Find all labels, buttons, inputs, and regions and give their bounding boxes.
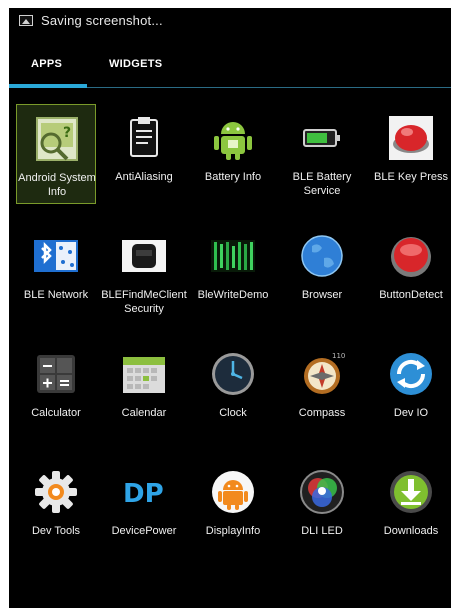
app-android-system-info[interactable]: ? Android System Info	[16, 104, 96, 204]
app-label: Battery Info	[204, 171, 262, 183]
app-ble-battery-service[interactable]: BLE Battery Service	[282, 104, 362, 204]
dp-icon: DP	[120, 468, 168, 516]
app-label: DevicePower	[111, 525, 177, 537]
app-label: BLEFindMeClient Security	[101, 289, 187, 315]
app-label: BLE Network	[23, 289, 89, 301]
app-label: ButtonDetect	[379, 289, 443, 301]
orange-android-icon	[209, 468, 257, 516]
app-browser[interactable]: Browser	[282, 222, 362, 322]
clock-icon	[209, 350, 257, 398]
app-label: Calendar	[121, 407, 167, 419]
status-text: Saving screenshot...	[41, 13, 163, 28]
calendar-icon	[120, 350, 168, 398]
app-antialiasing[interactable]: AntiAliasing	[104, 104, 184, 204]
tab-apps[interactable]: APPS	[31, 58, 62, 70]
svg-text:?: ?	[63, 125, 71, 141]
svg-text:DP: DP	[123, 479, 164, 509]
app-label: AntiAliasing	[115, 171, 173, 183]
app-devicepower[interactable]: DP DevicePower	[104, 458, 184, 558]
app-ble-network[interactable]: BLE Network	[16, 222, 96, 322]
app-label: BLE Battery Service	[292, 171, 352, 197]
app-blewritedemo[interactable]: BleWriteDemo	[193, 222, 273, 322]
app-label: BleWriteDemo	[197, 289, 269, 301]
active-tab-indicator	[9, 84, 87, 88]
app-ble-key-press[interactable]: BLE Key Press	[371, 104, 451, 204]
app-label: DLI LED	[301, 525, 343, 537]
app-label: Downloads	[383, 525, 439, 537]
app-blefindmeclient-security[interactable]: BLEFindMeClient Security	[101, 222, 187, 322]
app-dev-tools[interactable]: Dev Tools	[16, 458, 96, 558]
app-label: Dev IO	[393, 407, 429, 419]
app-label: BLE Key Press	[374, 171, 448, 183]
red-button-icon	[387, 114, 435, 162]
app-drawer-tabs: APPS WIDGETS	[9, 48, 451, 92]
app-battery-info[interactable]: Battery Info	[193, 104, 273, 204]
compass-icon: 110	[298, 350, 346, 398]
compass-badge: 110	[332, 352, 345, 360]
key-fob-icon	[120, 232, 168, 280]
clipboard-icon	[120, 114, 168, 162]
app-downloads[interactable]: Downloads	[371, 458, 451, 558]
gear-icon	[32, 468, 80, 516]
app-displayinfo[interactable]: DisplayInfo	[193, 458, 273, 558]
image-icon	[19, 15, 33, 26]
app-calculator[interactable]: Calculator	[16, 340, 96, 440]
red-round-button-icon	[387, 232, 435, 280]
android-battery-icon	[209, 114, 257, 162]
app-dli-led[interactable]: DLI LED	[282, 458, 362, 558]
app-dev-io[interactable]: Dev IO	[371, 340, 451, 440]
app-label: DisplayInfo	[205, 525, 261, 537]
tab-widgets[interactable]: WIDGETS	[109, 58, 162, 70]
calculator-icon	[32, 350, 80, 398]
app-calendar[interactable]: Calendar	[104, 340, 184, 440]
battery-icon	[298, 114, 346, 162]
status-bar: Saving screenshot...	[9, 8, 451, 36]
app-label: Dev Tools	[31, 525, 81, 537]
globe-icon	[298, 232, 346, 280]
app-clock[interactable]: Clock	[193, 340, 273, 440]
rgb-led-icon	[298, 468, 346, 516]
bluetooth-network-icon	[32, 232, 80, 280]
app-label: Browser	[301, 289, 343, 301]
app-label: Clock	[219, 407, 247, 419]
app-compass[interactable]: 110 Compass	[282, 340, 362, 440]
android-system-info-icon: ?	[33, 115, 81, 163]
app-label: Android System Info	[18, 172, 96, 198]
app-label: Calculator	[31, 407, 81, 419]
home-screen: Saving screenshot... APPS WIDGETS ? Andr…	[9, 8, 451, 608]
app-buttondetect[interactable]: ButtonDetect	[371, 222, 451, 322]
download-icon	[387, 468, 435, 516]
app-label: Compass	[298, 407, 346, 419]
matrix-icon	[209, 232, 257, 280]
sync-icon	[387, 350, 435, 398]
